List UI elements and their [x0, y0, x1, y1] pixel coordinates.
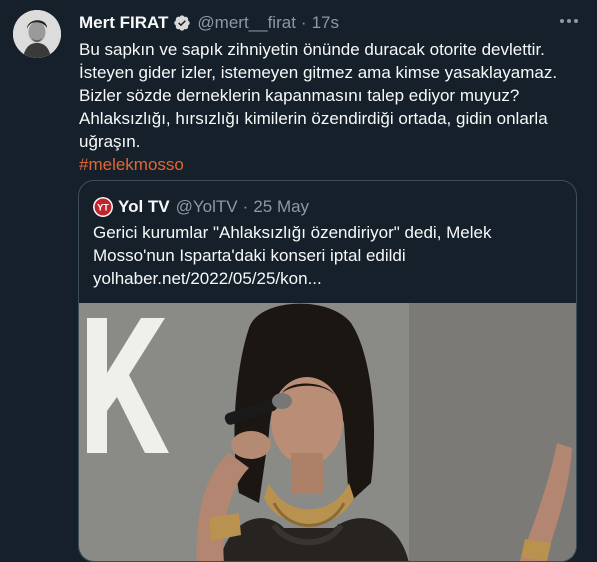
quoted-tweet-text: Gerici kurumlar "Ahlaksızlığı özendiriyo… — [93, 221, 563, 290]
tweet-header: Mert FIRAT @mert__firat · 17s — [79, 12, 339, 34]
author-avatar[interactable] — [13, 10, 61, 58]
quoted-tweet-header: YT Yol TV @YolTV · 25 May — [93, 196, 309, 218]
quoted-tweet-card[interactable]: YT Yol TV @YolTV · 25 May Gerici kurumla… — [78, 180, 577, 562]
tweet-line: Bu sapkın ve sapık zihniyetin önünde dur… — [79, 40, 545, 59]
tweet-line: uğraşın. — [79, 132, 141, 151]
author-name[interactable]: Mert FIRAT — [79, 13, 168, 33]
quoted-tweet-link: yolhaber.net/2022/05/25/kon... — [93, 269, 322, 288]
yol-tv-logo-text: YT — [97, 203, 109, 213]
tweet-timestamp[interactable]: 17s — [312, 13, 339, 33]
separator-dot: · — [300, 13, 307, 32]
yol-tv-logo-icon: YT — [93, 197, 113, 217]
tweet-line: Bizler sözde derneklerin kapanmasını tal… — [79, 86, 520, 105]
author-handle[interactable]: @mert__firat — [197, 13, 296, 33]
author-avatar-image — [13, 10, 61, 58]
quoted-author-name: Yol TV — [118, 197, 170, 216]
quoted-author-handle: @YolTV — [175, 197, 238, 216]
more-options-icon[interactable] — [555, 10, 583, 32]
separator-dot: · — [242, 197, 249, 216]
verified-badge-icon — [174, 15, 191, 31]
concert-photo[interactable] — [79, 303, 576, 562]
tweet-line: İsteyen gider izler, istemeyen gitmez am… — [79, 63, 558, 82]
quoted-tweet-date: 25 May — [253, 197, 310, 216]
quoted-tweet-line: Mosso'nun Isparta'daki konseri iptal edi… — [93, 246, 406, 265]
quoted-tweet-line: Gerici kurumlar "Ahlaksızlığı özendiriyo… — [93, 223, 492, 242]
tweet-line: Ahlaksızlığı, hırsızlığı kimilerin özend… — [79, 109, 548, 128]
hashtag-link[interactable]: #melekmosso — [79, 153, 584, 176]
tweet-text: Bu sapkın ve sapık zihniyetin önünde dur… — [79, 38, 584, 176]
